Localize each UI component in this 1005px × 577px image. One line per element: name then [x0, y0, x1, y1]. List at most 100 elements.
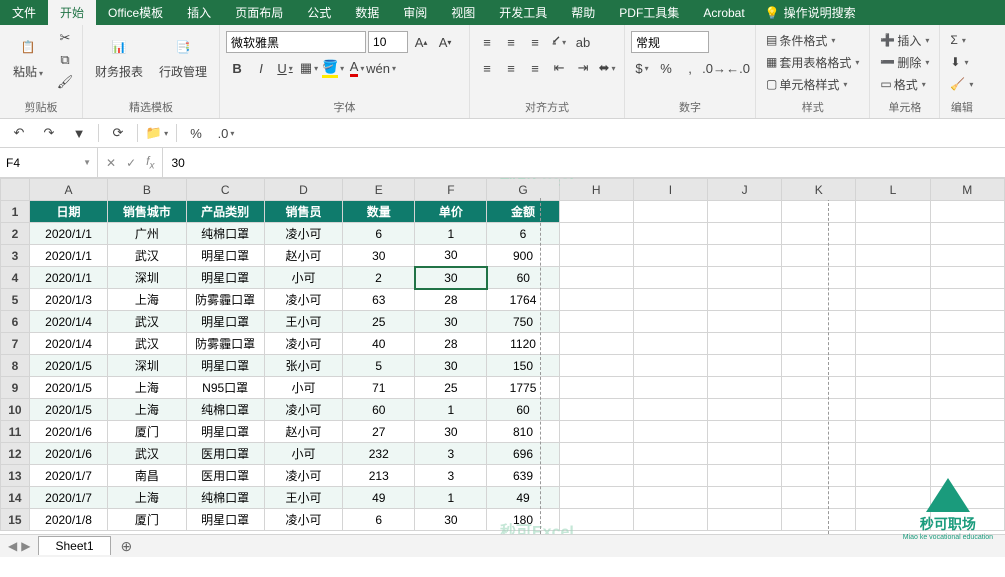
cell[interactable] [856, 311, 930, 333]
tab-review[interactable]: 审阅 [391, 0, 439, 25]
cell[interactable] [930, 333, 1004, 355]
cell[interactable] [633, 421, 707, 443]
cell[interactable]: 63 [343, 289, 415, 311]
cell[interactable] [856, 377, 930, 399]
cell[interactable]: 2020/1/5 [29, 399, 107, 421]
col-header[interactable]: G [487, 179, 559, 201]
name-box[interactable]: F4 ▼ [0, 148, 98, 177]
cell[interactable]: 28 [415, 289, 487, 311]
cell[interactable]: 明星口罩 [186, 267, 264, 289]
cell[interactable]: 明星口罩 [186, 245, 264, 267]
comma-format-button[interactable]: , [679, 57, 701, 79]
decrease-indent-button[interactable]: ⇤ [548, 57, 570, 79]
cell[interactable]: 纯棉口罩 [186, 399, 264, 421]
cell[interactable] [708, 355, 782, 377]
cell[interactable] [930, 245, 1004, 267]
underline-button[interactable]: U [274, 57, 296, 79]
row-header[interactable]: 6 [1, 311, 30, 333]
cell[interactable] [633, 465, 707, 487]
spreadsheet-grid[interactable]: 秒可Excel 秒可Excel ABCDEFGHIJKLM1日期销售城市产品类别… [0, 178, 1005, 534]
row-header[interactable]: 7 [1, 333, 30, 355]
cell[interactable]: 凌小可 [264, 223, 342, 245]
cell[interactable]: 696 [487, 443, 559, 465]
cell[interactable] [559, 465, 633, 487]
font-color-button[interactable]: A [346, 57, 368, 79]
cell[interactable]: 1 [415, 487, 487, 509]
cell[interactable]: 2020/1/7 [29, 465, 107, 487]
cell[interactable] [559, 487, 633, 509]
cell[interactable]: 6 [343, 223, 415, 245]
cell[interactable] [782, 399, 856, 421]
cell[interactable] [930, 201, 1004, 223]
percent-format-button[interactable]: % [655, 57, 677, 79]
cell[interactable]: 60 [487, 399, 559, 421]
cell[interactable]: N95口罩 [186, 377, 264, 399]
cell[interactable] [633, 399, 707, 421]
accounting-format-button[interactable]: $ [631, 57, 653, 79]
tell-me-search[interactable]: 💡 操作说明搜索 [765, 4, 856, 21]
cell[interactable]: 232 [343, 443, 415, 465]
cell[interactable]: 1764 [487, 289, 559, 311]
cell[interactable]: 1120 [487, 333, 559, 355]
qat-folder-button[interactable]: 📁 [146, 122, 168, 144]
cell[interactable]: 1 [415, 223, 487, 245]
col-header[interactable]: J [708, 179, 782, 201]
cell[interactable] [782, 267, 856, 289]
cell[interactable] [708, 311, 782, 333]
cell[interactable] [708, 509, 782, 531]
cell[interactable]: 王小可 [264, 487, 342, 509]
qat-redo-button[interactable]: ↷ [38, 122, 60, 144]
font-size-combo[interactable] [368, 31, 408, 53]
cell[interactable]: 小可 [264, 267, 342, 289]
cell[interactable]: 明星口罩 [186, 311, 264, 333]
cell[interactable]: 49 [343, 487, 415, 509]
increase-decimal-button[interactable]: .0→ [703, 57, 725, 79]
col-header[interactable]: L [856, 179, 930, 201]
cell[interactable] [782, 509, 856, 531]
cell[interactable]: 60 [487, 267, 559, 289]
cell[interactable]: 3 [415, 465, 487, 487]
tab-help[interactable]: 帮助 [559, 0, 607, 25]
cell[interactable]: 销售城市 [108, 201, 186, 223]
cell[interactable] [930, 355, 1004, 377]
cell[interactable] [633, 509, 707, 531]
cut-button[interactable]: ✂ [54, 27, 76, 49]
cell[interactable] [782, 223, 856, 245]
cell[interactable] [559, 311, 633, 333]
row-header[interactable]: 3 [1, 245, 30, 267]
cell[interactable] [782, 465, 856, 487]
cell[interactable]: 810 [487, 421, 559, 443]
cell[interactable]: 厦门 [108, 509, 186, 531]
cell[interactable] [708, 421, 782, 443]
col-header[interactable]: I [633, 179, 707, 201]
cell[interactable] [633, 487, 707, 509]
cell[interactable]: 上海 [108, 377, 186, 399]
cell[interactable] [782, 377, 856, 399]
cell[interactable] [708, 377, 782, 399]
cell[interactable] [633, 223, 707, 245]
insert-cells-button[interactable]: ➕插入 [876, 29, 933, 51]
cell[interactable] [782, 245, 856, 267]
cell[interactable]: 纯棉口罩 [186, 223, 264, 245]
cell[interactable] [633, 377, 707, 399]
add-sheet-button[interactable]: ⊕ [111, 538, 143, 555]
format-painter-button[interactable]: 🖌 [54, 71, 76, 93]
cell[interactable]: 赵小可 [264, 245, 342, 267]
cell[interactable]: 30 [343, 245, 415, 267]
cell[interactable] [856, 333, 930, 355]
cell[interactable]: 武汉 [108, 311, 186, 333]
cell[interactable]: 单价 [415, 201, 487, 223]
cell[interactable] [559, 289, 633, 311]
align-middle-button[interactable]: ≡ [500, 31, 522, 53]
merge-button[interactable]: ⬌ [596, 57, 618, 79]
row-header[interactable]: 12 [1, 443, 30, 465]
admin-template-button[interactable]: 📑 行政管理 [153, 27, 213, 84]
cell[interactable]: 2020/1/3 [29, 289, 107, 311]
cell[interactable]: 王小可 [264, 311, 342, 333]
cell[interactable] [708, 487, 782, 509]
cell[interactable]: 凌小可 [264, 399, 342, 421]
cell[interactable]: 武汉 [108, 245, 186, 267]
cell[interactable] [559, 509, 633, 531]
cell[interactable] [559, 333, 633, 355]
cell[interactable]: 医用口罩 [186, 465, 264, 487]
